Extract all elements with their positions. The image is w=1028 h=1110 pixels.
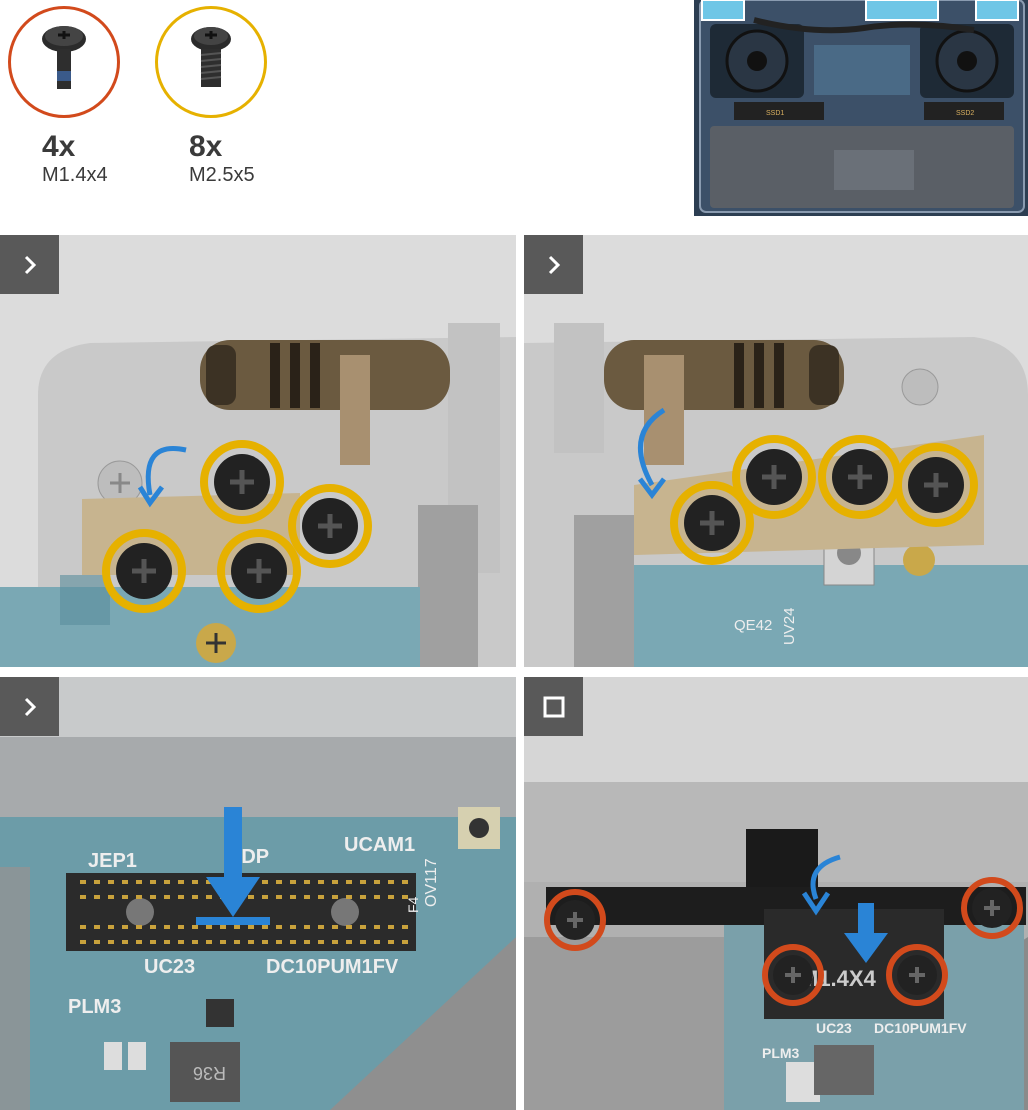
screw-legend: 4x M1.4x4 8x M2.5x5 — [0, 0, 330, 215]
board-label-ov117: OV117 — [423, 858, 440, 907]
screw-quantity: 4x — [42, 130, 76, 163]
screw-m25[interactable] — [217, 529, 301, 613]
board-label-ucam1: UCAM1 — [344, 834, 415, 856]
chevron-right-icon[interactable] — [0, 235, 59, 294]
board-label-dc10pum1fv: DC10PUM1FV — [266, 956, 399, 978]
screw-m14-icon — [8, 6, 120, 118]
screw-m14[interactable] — [886, 944, 948, 1006]
step-panel-4: M1.4X4 UC23 DC10PUM1FV PLM3 — [524, 677, 1028, 1110]
board-label-jep1: JEP1 — [88, 850, 137, 872]
screw-m25[interactable] — [102, 529, 186, 613]
screw-m25[interactable] — [894, 443, 978, 527]
screw-m25[interactable] — [288, 484, 372, 568]
ssd2-label: SSD2 — [956, 110, 974, 117]
screw-m14[interactable] — [762, 944, 824, 1006]
screw-m25-icon — [155, 6, 267, 118]
screw-m25[interactable] — [732, 435, 816, 519]
screw-m25[interactable] — [818, 435, 902, 519]
screw-m25[interactable] — [200, 440, 284, 524]
chevron-right-icon[interactable] — [524, 235, 583, 294]
screw-size: M2.5x5 — [189, 164, 255, 186]
ssd1-label: SSD1 — [766, 110, 784, 117]
chevron-right-icon[interactable] — [0, 677, 59, 736]
step-panel-2: QE42 UV24 — [524, 235, 1028, 667]
screw-quantity: 8x — [189, 130, 223, 163]
screw-m14[interactable] — [544, 889, 606, 951]
screw-legend-m25: 8x M2.5x5 — [155, 6, 273, 187]
stop-square-icon[interactable] — [524, 677, 583, 736]
screw-legend-m14: 4x M1.4x4 — [8, 6, 126, 187]
board-label-f4: F4 — [405, 896, 421, 913]
system-overview-image: SSD1 SSD2 — [694, 0, 1028, 216]
screw-m14[interactable] — [961, 877, 1023, 939]
board-label-r36: R36 — [193, 1063, 226, 1083]
screw-size: M1.4x4 — [42, 164, 108, 186]
board-label-uc23: UC23 — [144, 956, 195, 978]
board-label-plm3: PLM3 — [68, 996, 121, 1018]
step-panel-3: R36 JEP1 EDP UCAM1 OV117 F4 UC23 DC10PUM… — [0, 677, 516, 1110]
step-panel-1 — [0, 235, 516, 667]
